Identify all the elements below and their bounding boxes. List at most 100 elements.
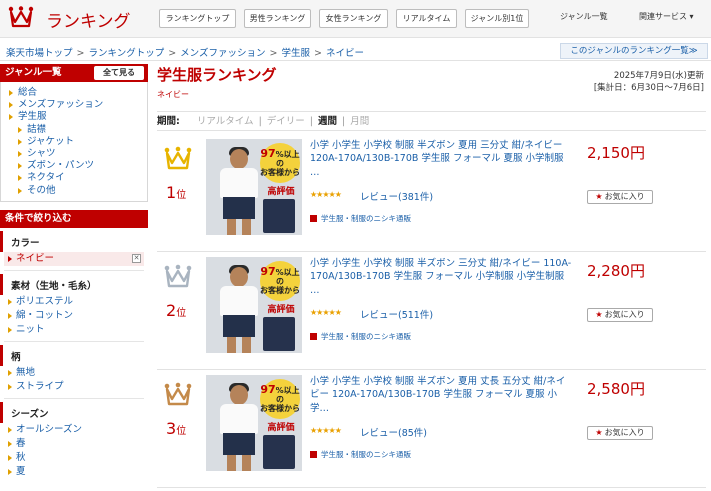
sidebar-genre-item[interactable]: メンズファッション: [1, 99, 147, 111]
favorite-button[interactable]: ★ お気に入り: [587, 190, 653, 204]
nav-womens-ranking[interactable]: 女性ランキング: [319, 9, 388, 28]
filter-item-label[interactable]: 夏: [16, 466, 26, 477]
product-photo-shape: [223, 433, 255, 455]
shop-link[interactable]: 学生服・制服のニシキ通販: [310, 449, 411, 460]
product-image[interactable]: 97%以上の お客様から 高評価: [206, 257, 302, 353]
breadcrumb-item[interactable]: ランキングトップ: [88, 48, 164, 59]
genre-list: 総合 メンズファッション 学生服詰襟 ジャケット シャツ ズボン・パンツ ネクタイその他: [0, 82, 148, 202]
crown-icon: [164, 382, 192, 406]
ranking-item: 2位 97%以上の お客様から 高評価 小学 小学生 小学校 制服 半ズボン 三分丈 紺…: [157, 252, 706, 370]
filter-item-label[interactable]: 無地: [16, 367, 35, 378]
filter-item[interactable]: ストライプ: [0, 380, 148, 394]
show-all-button[interactable]: 全て見る: [94, 66, 144, 80]
filter-item[interactable]: 秋: [0, 451, 148, 465]
product-title-link[interactable]: 小学 小学生 小学校 制服 半ズボン 三分丈 紺/ネイビー 110A-170A/…: [310, 257, 572, 297]
product-photo-shape: [230, 267, 248, 287]
shop-link[interactable]: 学生服・制服のニシキ通販: [310, 331, 411, 342]
favorite-label: お気に入り: [604, 310, 645, 319]
sidebar-genre-label[interactable]: 総合: [18, 87, 37, 98]
shop-name[interactable]: 学生服・制服のニシキ通販: [321, 214, 411, 223]
shop-name[interactable]: 学生服・制服のニシキ通販: [321, 450, 411, 459]
sidebar-genre-label[interactable]: 詰襟: [27, 124, 46, 135]
triangle-bullet-icon: [9, 90, 13, 96]
sidebar-genre-item[interactable]: シャツ: [1, 148, 147, 160]
product-title-link[interactable]: 小学 小学生 小学校 制服 半ズボン 夏用 三分丈 紺/ネイビー 120A-17…: [310, 139, 572, 179]
sidebar-genre-label[interactable]: その他: [27, 185, 56, 196]
favorite-button[interactable]: ★ お気に入り: [587, 308, 653, 322]
filter-item[interactable]: 夏: [0, 465, 148, 479]
period-label: 期間:: [157, 116, 180, 127]
triangle-bullet-icon: [8, 312, 12, 319]
sidebar-genre-item[interactable]: 学生服: [1, 111, 147, 123]
badge-number: 97: [260, 383, 276, 396]
filter-item[interactable]: 綿・コットン: [0, 309, 148, 323]
filter-item-label[interactable]: ポリエステル: [16, 296, 73, 307]
sidebar-genre-item[interactable]: ネクタイ: [1, 172, 147, 184]
breadcrumb-item[interactable]: 学生服: [281, 48, 310, 59]
sidebar-genre-label[interactable]: メンズファッション: [18, 99, 103, 110]
brand-title[interactable]: ランキング: [46, 7, 131, 32]
shop-link[interactable]: 学生服・制服のニシキ通販: [310, 213, 411, 224]
filter-item-label[interactable]: 秋: [16, 452, 26, 463]
filter-item-label[interactable]: ネイビー: [16, 253, 54, 264]
sidebar-genre-item[interactable]: その他: [1, 185, 147, 197]
star-icon: ★: [595, 428, 603, 437]
filter-item[interactable]: 無地: [0, 366, 148, 380]
product-photo-shape: [263, 199, 295, 233]
product-photo-shape: [223, 315, 255, 337]
favorite-label: お気に入り: [604, 428, 645, 437]
remove-filter-icon[interactable]: ✕: [132, 253, 141, 263]
period-selector: 期間: リアルタイム | デイリー | 週間 | 月間: [157, 111, 706, 131]
sidebar-genre-item[interactable]: ズボン・パンツ: [1, 160, 147, 172]
shop-name[interactable]: 学生服・制服のニシキ通販: [321, 332, 411, 341]
breadcrumb-item[interactable]: メンズファッション: [180, 48, 265, 59]
filter-item-label[interactable]: ストライプ: [16, 381, 64, 392]
product-image[interactable]: 97%以上の お客様から 高評価: [206, 139, 302, 235]
product-photo-shape: [263, 435, 295, 469]
sidebar-genre-label[interactable]: ネクタイ: [27, 172, 65, 183]
sidebar-genre-label[interactable]: ズボン・パンツ: [27, 160, 94, 171]
favorite-button[interactable]: ★ お気に入り: [587, 426, 653, 440]
badge-high-rating: 高評価: [267, 187, 295, 197]
period-option[interactable]: 週間: [318, 116, 337, 127]
nav-genre-first[interactable]: ジャンル別1位: [465, 9, 529, 28]
nav-realtime[interactable]: リアルタイム: [396, 9, 457, 28]
filter-item-selected[interactable]: ネイビー ✕: [4, 251, 144, 266]
nav-ranking-top[interactable]: ランキングトップ: [159, 9, 236, 28]
related-services-link[interactable]: 関連サービス ▾: [639, 11, 694, 22]
breadcrumb-item[interactable]: 楽天市場トップ: [6, 48, 73, 59]
filter-item[interactable]: 春: [0, 437, 148, 451]
filter-item[interactable]: ポリエステル: [0, 295, 148, 309]
filter-item[interactable]: ニット: [0, 323, 148, 337]
filter-item-label[interactable]: 綿・コットン: [16, 310, 73, 321]
filter-section-title: 柄: [0, 344, 148, 366]
sidebar-genre-item[interactable]: 総合: [1, 87, 147, 99]
sidebar-genre-label[interactable]: シャツ: [27, 148, 56, 159]
genre-ranking-list-link[interactable]: このジャンルのランキング一覧≫: [560, 43, 708, 59]
triangle-bullet-icon: [18, 151, 22, 158]
period-option[interactable]: デイリー: [267, 116, 305, 127]
sidebar-genre-item[interactable]: ジャケット: [1, 136, 147, 148]
sidebar-genre-label[interactable]: ジャケット: [27, 136, 74, 147]
period-option[interactable]: リアルタイム: [197, 116, 254, 127]
main-content: 学生服ランキング ネイビー 2025年7月9日(水)更新 [集計日：6月30日〜…: [157, 64, 708, 488]
genre-list-link[interactable]: ジャンル一覧: [560, 11, 608, 22]
product-title-link[interactable]: 小学 小学生 小学校 制服 半ズボン 夏用 丈長 五分丈 紺/ネイビー 120A…: [310, 375, 572, 415]
filter-item-label[interactable]: ニット: [16, 324, 45, 335]
filter-item-label[interactable]: オールシーズン: [16, 424, 82, 435]
badge-text: %以上の: [275, 150, 300, 168]
review-link[interactable]: レビュー(381件): [360, 189, 433, 203]
product-photo-shape: [220, 286, 258, 316]
ranking-logo-icon[interactable]: [8, 6, 34, 30]
review-link[interactable]: レビュー(85件): [360, 425, 427, 439]
sidebar-genre-label[interactable]: 学生服: [18, 111, 47, 122]
product-image[interactable]: 97%以上の お客様から 高評価: [206, 375, 302, 471]
review-link[interactable]: レビュー(511件): [360, 307, 433, 321]
filter-item[interactable]: オールシーズン: [0, 423, 148, 437]
filter-item-label[interactable]: 春: [16, 438, 26, 449]
period-option[interactable]: 月間: [350, 116, 369, 127]
nav-mens-ranking[interactable]: 男性ランキング: [244, 9, 311, 28]
star-icon: ★: [595, 192, 603, 201]
sidebar-genre-item[interactable]: 詰襟: [1, 124, 147, 136]
rating-badge: 97%以上の お客様から: [260, 261, 300, 301]
